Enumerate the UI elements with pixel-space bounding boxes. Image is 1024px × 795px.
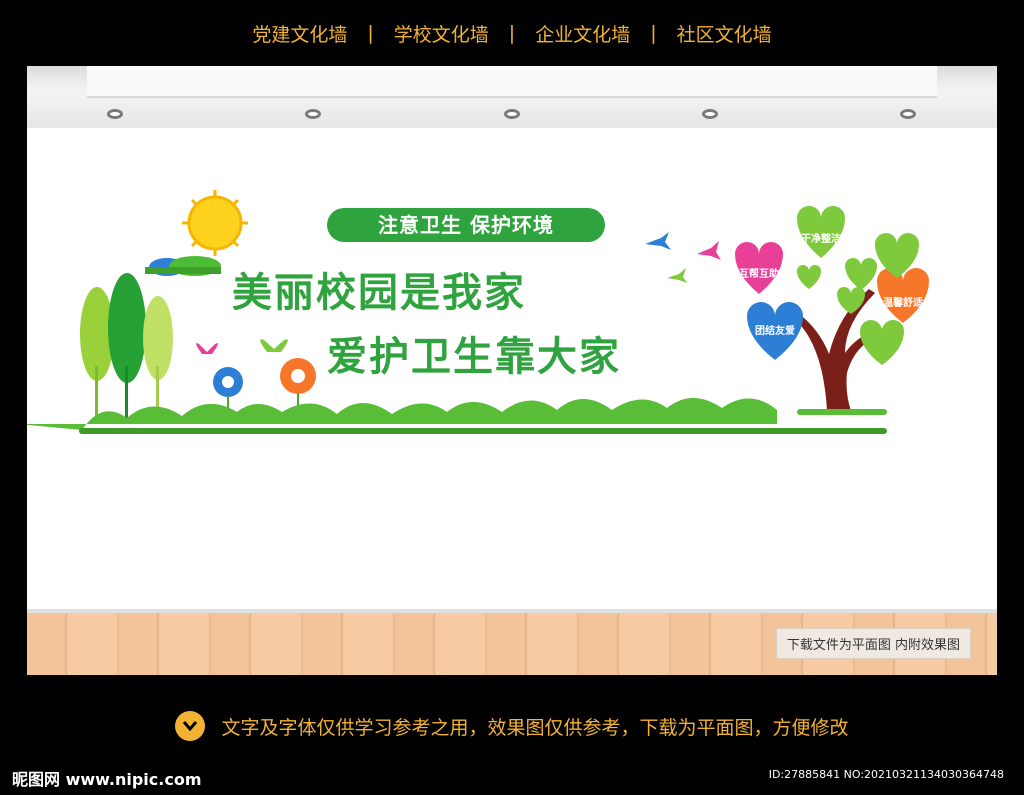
nav-community-wall[interactable]: 社区文化墙: [657, 20, 792, 47]
heart-label-clean: 干净整洁: [801, 234, 841, 245]
nav-enterprise-wall[interactable]: 企业文化墙: [515, 20, 650, 47]
heart-label-help: 互帮互助: [739, 269, 779, 280]
heart-label-warm: 温馨舒适: [883, 298, 923, 309]
headline-line-2: 爱护卫生靠大家: [327, 334, 621, 380]
chevron-down-icon: [175, 711, 206, 741]
bird-icon: [645, 232, 721, 283]
site-logo[interactable]: 昵图网 www.nipic.com: [12, 766, 202, 790]
headline-line-1: 美丽校园是我家: [232, 270, 526, 316]
image-id: ID:27885841 NO:20210321134030364748: [768, 768, 1004, 781]
slogan-badge: 注意卫生 保护环境: [327, 208, 605, 242]
butterfly-icon: [196, 343, 218, 354]
nav-party-wall[interactable]: 党建文化墙: [232, 20, 367, 47]
butterfly-icon: [260, 339, 288, 352]
download-note: 下载文件为平面图 内附效果图: [775, 628, 971, 659]
top-nav: 党建文化墙 | 学校文化墙 | 企业文化墙 | 社区文化墙: [0, 0, 1024, 66]
notice-text: 文字及字体仅供学习参考之用，效果图仅供参考，下载为平面图，方便修改: [221, 716, 849, 739]
trees-icon: [80, 273, 173, 421]
wall-preview: 干净整洁 互帮互助 温馨舒适 团结友爱 注意卫生 保护环境 美丽校园是我家 爱护…: [27, 66, 997, 675]
bottom-notice: 文字及字体仅供学习参考之用，效果图仅供参考，下载为平面图，方便修改: [0, 696, 1024, 756]
sun-icon: [182, 190, 248, 256]
nav-school-wall[interactable]: 学校文化墙: [374, 20, 509, 47]
cloud-icon: [145, 256, 221, 276]
heart-label-unity: 团结友爱: [755, 326, 795, 337]
